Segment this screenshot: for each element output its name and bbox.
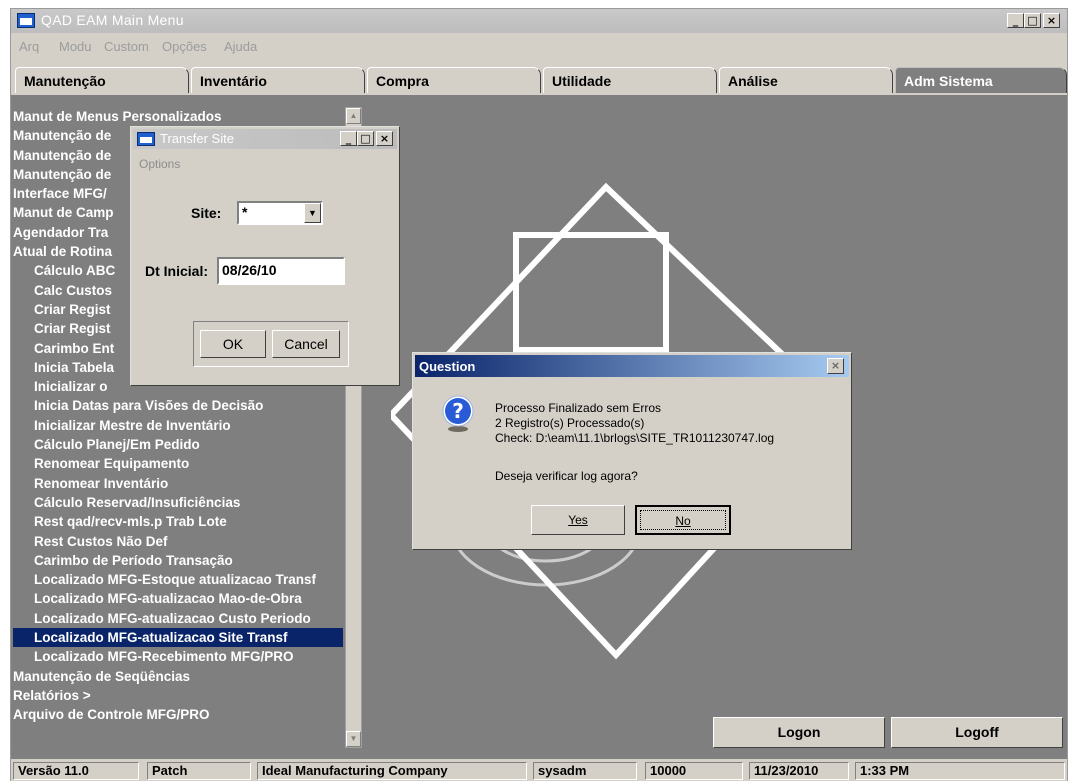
transfer-dialog-title: Transfer Site <box>160 131 234 146</box>
dialog-window-icon <box>137 132 155 146</box>
message-prompt: Deseja verificar log agora? <box>495 469 638 483</box>
start-date-input[interactable]: 08/26/10 <box>217 257 345 285</box>
site-label: Site: <box>191 205 222 221</box>
message-line-2: 2 Registro(s) Processado(s) <box>495 416 645 430</box>
menu-list-item[interactable]: Localizado MFG-Estoque atualizacao Trans… <box>13 570 343 589</box>
status-domain: 10000 <box>645 762 743 780</box>
status-company: Ideal Manufacturing Company <box>257 762 527 780</box>
menu-list-item[interactable]: Localizado MFG-atualizacao Custo Periodo <box>13 609 343 628</box>
menu-bar: Arq Modu Custom Opções Ajuda <box>11 33 1067 61</box>
menu-list-item[interactable]: Localizado MFG-Recebimento MFG/PRO <box>13 647 343 666</box>
title-bar[interactable]: QAD EAM Main Menu _ □ × <box>11 9 1067 33</box>
menu-list-item[interactable]: Manut de Menus Personalizados <box>13 107 343 126</box>
menu-list-item[interactable]: Rest Custos Não Def <box>13 532 343 551</box>
menu-list-item[interactable]: Carimbo de Período Transação <box>13 551 343 570</box>
menu-modu[interactable]: Modu <box>59 39 92 54</box>
dialog-minimize-button[interactable]: _ <box>340 131 357 146</box>
status-version: Versão 11.0 <box>13 762 139 780</box>
question-dialog-title-bar[interactable]: Question × <box>415 355 849 377</box>
tab-inventario[interactable]: Inventário <box>191 67 365 93</box>
scroll-down-button[interactable]: ▼ <box>346 731 361 747</box>
question-dialog: Question × ? Processo Finalizado sem Err… <box>412 352 852 550</box>
ok-button[interactable]: OK <box>200 330 266 358</box>
question-close-button[interactable]: × <box>827 358 844 374</box>
site-select-value: * <box>242 204 248 220</box>
menu-list-item[interactable]: Localizado MFG-atualizacao Mao-de-Obra <box>13 589 343 608</box>
status-patch: Patch <box>147 762 251 780</box>
no-button-label: No <box>640 510 726 530</box>
yes-button[interactable]: Yes <box>531 505 625 535</box>
status-date: 11/23/2010 <box>749 762 849 780</box>
menu-list-item[interactable]: Inicia Datas para Visões de Decisão <box>13 396 343 415</box>
cancel-button[interactable]: Cancel <box>272 330 340 358</box>
question-icon: ? <box>442 395 474 432</box>
status-bar: Versão 11.0 Patch Ideal Manufacturing Co… <box>11 759 1067 781</box>
menu-list-item[interactable]: Cálculo Reservad/Insuficiências <box>13 493 343 512</box>
tab-utilidade[interactable]: Utilidade <box>543 67 717 93</box>
tab-manutencao[interactable]: Manutenção <box>15 67 189 93</box>
status-user: sysadm <box>533 762 637 780</box>
menu-opcoes[interactable]: Opções <box>162 39 207 54</box>
options-menu[interactable]: Options <box>139 157 180 171</box>
no-button[interactable]: No <box>635 505 731 535</box>
button-group-frame: OK Cancel <box>193 321 349 367</box>
menu-list-item[interactable]: Cálculo Planej/Em Pedido <box>13 435 343 454</box>
tab-adm-sistema[interactable]: Adm Sistema <box>895 67 1067 93</box>
tab-compra[interactable]: Compra <box>367 67 541 93</box>
window-title: QAD EAM Main Menu <box>41 12 184 28</box>
menu-list-item[interactable]: Relatórios > <box>13 686 343 705</box>
menu-list-item[interactable]: Inicializar Mestre de Inventário <box>13 416 343 435</box>
module-tabs: Manutenção Inventário Compra Utilidade A… <box>11 61 1067 95</box>
menu-list-item[interactable]: Renomear Equipamento <box>13 454 343 473</box>
menu-list-item[interactable]: Arquivo de Controle MFG/PRO <box>13 705 343 724</box>
dialog-close-button[interactable]: × <box>376 131 393 146</box>
scroll-up-button[interactable]: ▲ <box>346 108 361 124</box>
minimize-button[interactable]: _ <box>1007 13 1024 28</box>
question-dialog-title: Question <box>419 359 476 374</box>
svg-text:?: ? <box>452 399 464 423</box>
logoff-button[interactable]: Logoff <box>891 717 1063 748</box>
message-line-3: Check: D:\eam\11.1\brlogs\SITE_TR1011230… <box>495 431 775 445</box>
logon-button[interactable]: Logon <box>713 717 885 748</box>
status-time: 1:33 PM <box>855 762 1065 780</box>
menu-list-item[interactable]: Localizado MFG-atualizacao Site Transf <box>13 628 343 648</box>
transfer-site-dialog: Transfer Site _ □ × Options Site: * ▼ Dt… <box>130 126 400 386</box>
message-line-1: Processo Finalizado sem Erros <box>495 401 662 415</box>
chevron-down-icon[interactable]: ▼ <box>304 203 321 223</box>
menu-list-item[interactable]: Rest qad/recv-mls.p Trab Lote <box>13 512 343 531</box>
menu-ajuda[interactable]: Ajuda <box>224 39 257 54</box>
menu-arq[interactable]: Arq <box>19 39 39 54</box>
menu-custom[interactable]: Custom <box>104 39 149 54</box>
tab-analise[interactable]: Análise <box>719 67 893 93</box>
dialog-maximize-button[interactable]: □ <box>357 131 374 146</box>
app-window-icon <box>17 13 35 28</box>
site-select[interactable]: * ▼ <box>237 201 323 225</box>
transfer-dialog-title-bar[interactable]: Transfer Site _ □ × <box>133 129 397 149</box>
menu-list-item[interactable]: Renomear Inventário <box>13 474 343 493</box>
maximize-button[interactable]: □ <box>1024 13 1041 28</box>
start-date-label: Dt Inicial: <box>145 263 209 279</box>
close-button[interactable]: × <box>1043 13 1060 28</box>
menu-list-item[interactable]: Manutenção de Seqüências <box>13 667 343 686</box>
